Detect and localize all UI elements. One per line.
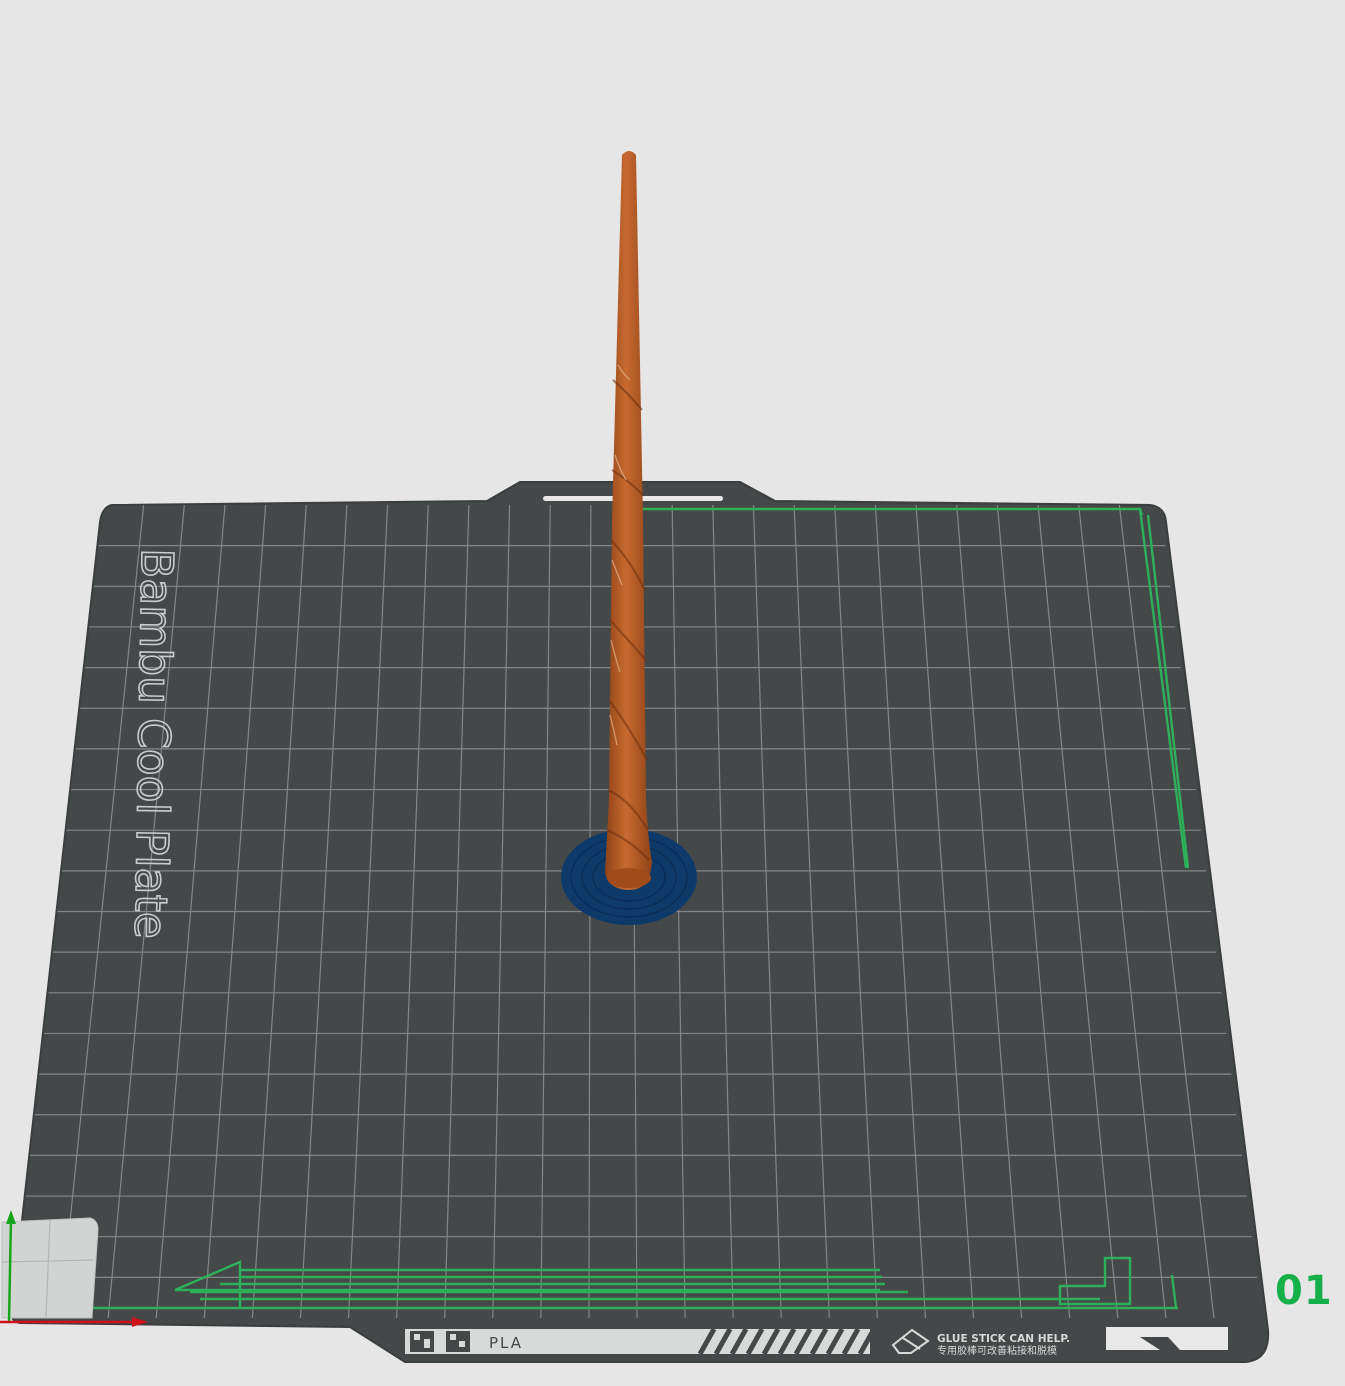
view-navigator-icon[interactable] (1, 1217, 99, 1319)
filament-type-label: PLA (489, 1334, 523, 1352)
3d-viewport[interactable]: Bambu Cool Plate PLA GLUE STICK CAN HELP… (0, 0, 1345, 1386)
glue-tip-line-2: 专用胶棒可改善粘接和脱模 (937, 1344, 1057, 1357)
glue-tip-line-1: GLUE STICK CAN HELP. (937, 1333, 1070, 1345)
plate-number-label[interactable]: 01 (1275, 1268, 1333, 1314)
plate-brand-label: Bambu Cool Plate (124, 548, 182, 939)
plate-label-strip: PLA GLUE STICK CAN HELP. 专用胶棒可改善粘接和脱模 (405, 1327, 1228, 1357)
